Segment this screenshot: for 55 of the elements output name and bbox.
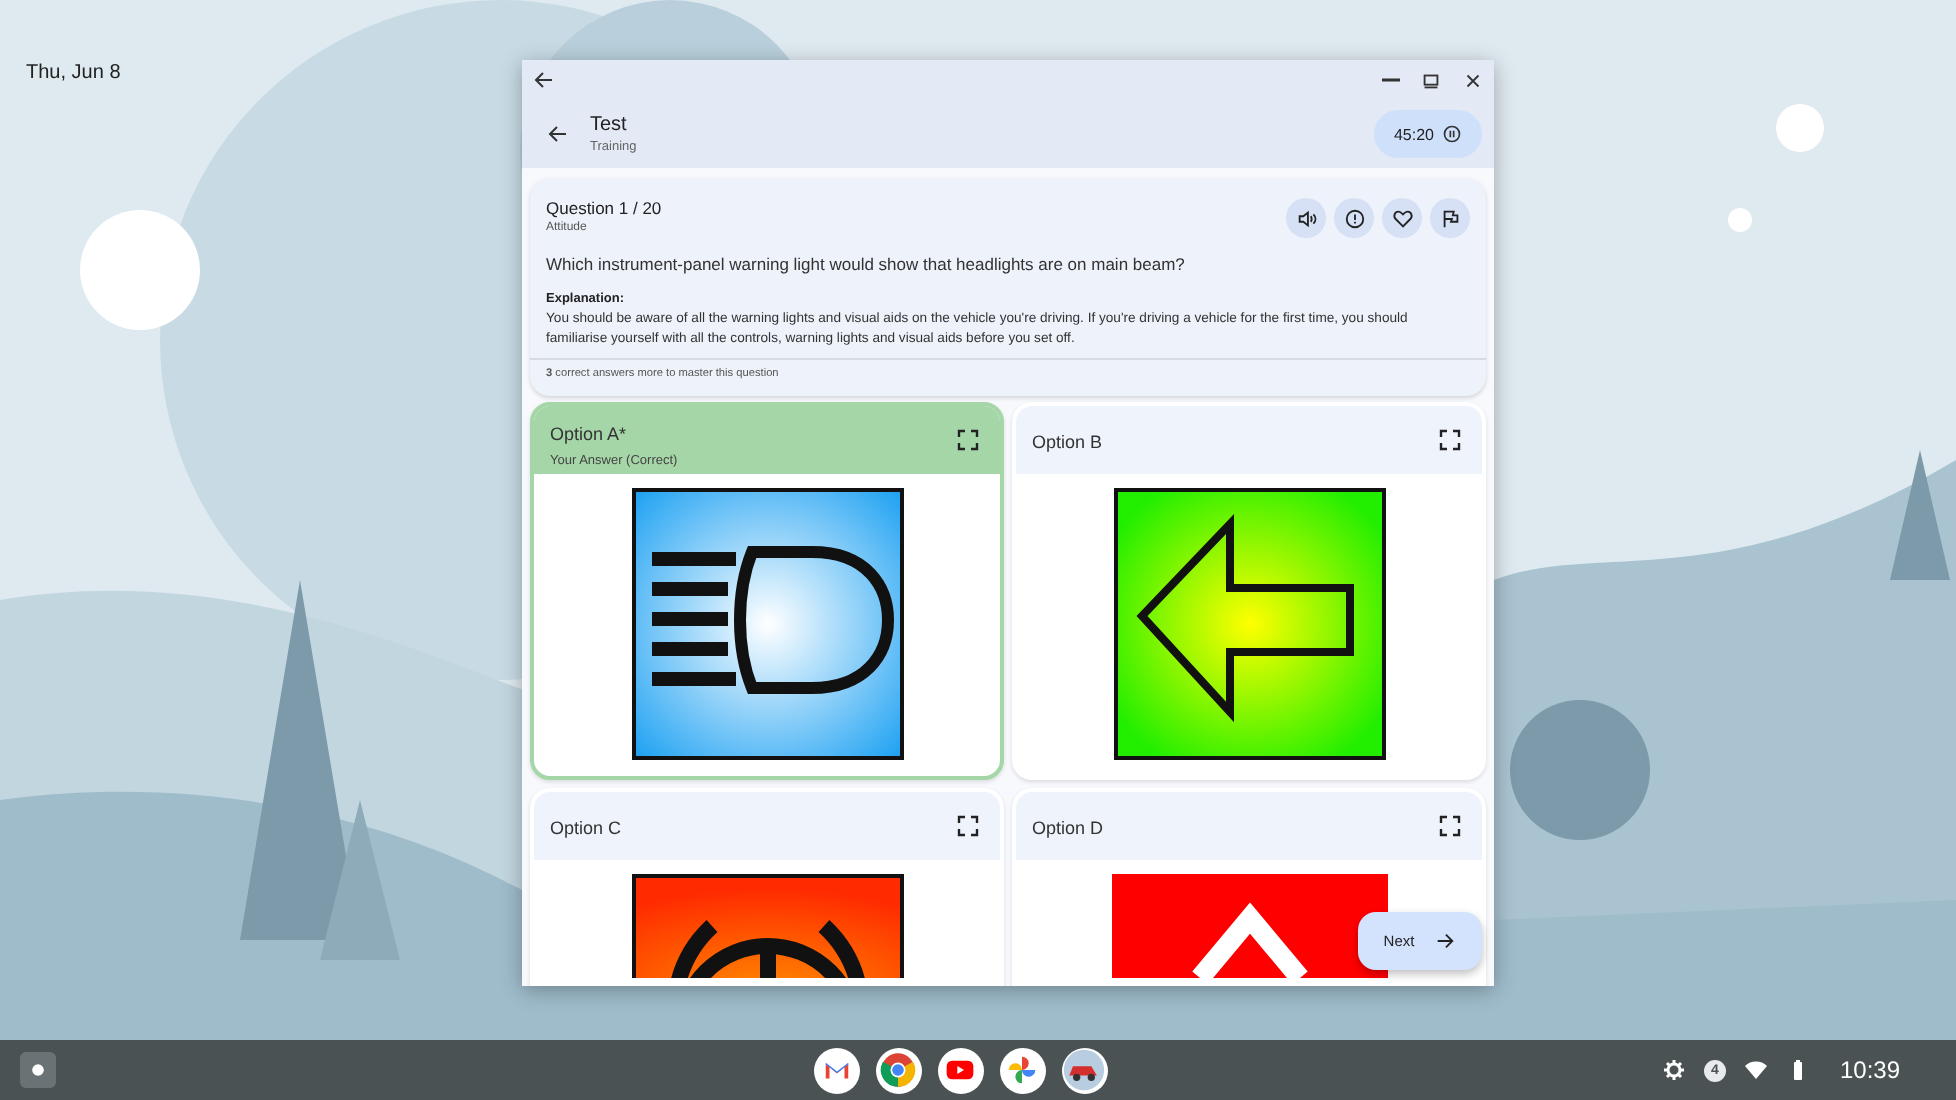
alert-icon — [1343, 207, 1365, 229]
audio-button[interactable] — [1286, 198, 1326, 238]
minimize-button[interactable] — [1382, 78, 1400, 82]
flag-button[interactable] — [1430, 198, 1470, 238]
launcher-button[interactable] — [20, 1052, 56, 1088]
left-arrow-warning-icon — [1113, 488, 1385, 761]
cloud-drawing — [1776, 104, 1824, 152]
flag-icon — [1439, 207, 1461, 229]
driving-app-icon[interactable] — [1061, 1047, 1107, 1093]
sun-drawing — [80, 210, 200, 330]
minimize-icon — [1382, 78, 1400, 82]
video-app-icon[interactable] — [937, 1047, 983, 1093]
clock-time[interactable]: 10:39 — [1839, 1056, 1900, 1084]
back-button[interactable] — [532, 68, 556, 92]
fullscreen-icon — [1438, 814, 1462, 839]
back-arrow-icon — [532, 68, 556, 92]
maximize-icon — [1420, 69, 1442, 91]
option-card[interactable]: Option C — [530, 788, 1004, 986]
favorite-button[interactable] — [1382, 198, 1422, 238]
report-button[interactable] — [1334, 198, 1374, 238]
option-label: Option B — [1032, 432, 1103, 453]
page-title: Test — [590, 114, 629, 136]
speaker-icon — [1295, 207, 1317, 229]
fullscreen-icon — [956, 428, 980, 453]
mail-app-icon[interactable] — [813, 1047, 859, 1093]
hazard-warning-icon — [1111, 874, 1387, 979]
brake-warning-icon — [631, 874, 903, 979]
question-text: Which instrument-panel warning light would show that headlights are on main beam? — [544, 252, 1187, 274]
option-label: Option D — [1032, 818, 1104, 839]
settings-icon — [1661, 1058, 1686, 1082]
pinwheel-icon — [1006, 1054, 1038, 1086]
fullscreen-icon — [956, 814, 980, 839]
browser-app-icon[interactable] — [875, 1047, 921, 1093]
car-icon — [1062, 1048, 1106, 1092]
pause-icon — [1442, 124, 1462, 144]
fullscreen-icon — [1438, 428, 1462, 453]
photos-app-icon[interactable] — [999, 1047, 1045, 1093]
browser-icon — [878, 1050, 918, 1090]
timer-button[interactable]: 45:20 — [1373, 110, 1482, 158]
launcher-icon — [28, 1060, 48, 1080]
desktop-date: Thu, Jun 8 — [26, 62, 121, 84]
back-arrow-icon — [546, 122, 570, 146]
headlight-warning-icon — [631, 488, 903, 761]
cloud-drawing — [1728, 208, 1752, 232]
close-button[interactable] — [1462, 69, 1484, 91]
question-number: Question 1 / 20 — [546, 198, 662, 218]
option-label: Option A* — [550, 423, 627, 444]
back-button[interactable] — [546, 122, 570, 146]
heart-icon — [1391, 207, 1413, 229]
option-card[interactable]: Option B — [1012, 402, 1486, 781]
option-label: Option C — [550, 818, 622, 839]
wifi-icon — [1743, 1058, 1768, 1082]
close-icon — [1462, 69, 1484, 91]
arrow-right-icon — [1434, 930, 1457, 952]
maximize-button[interactable] — [1420, 69, 1442, 91]
